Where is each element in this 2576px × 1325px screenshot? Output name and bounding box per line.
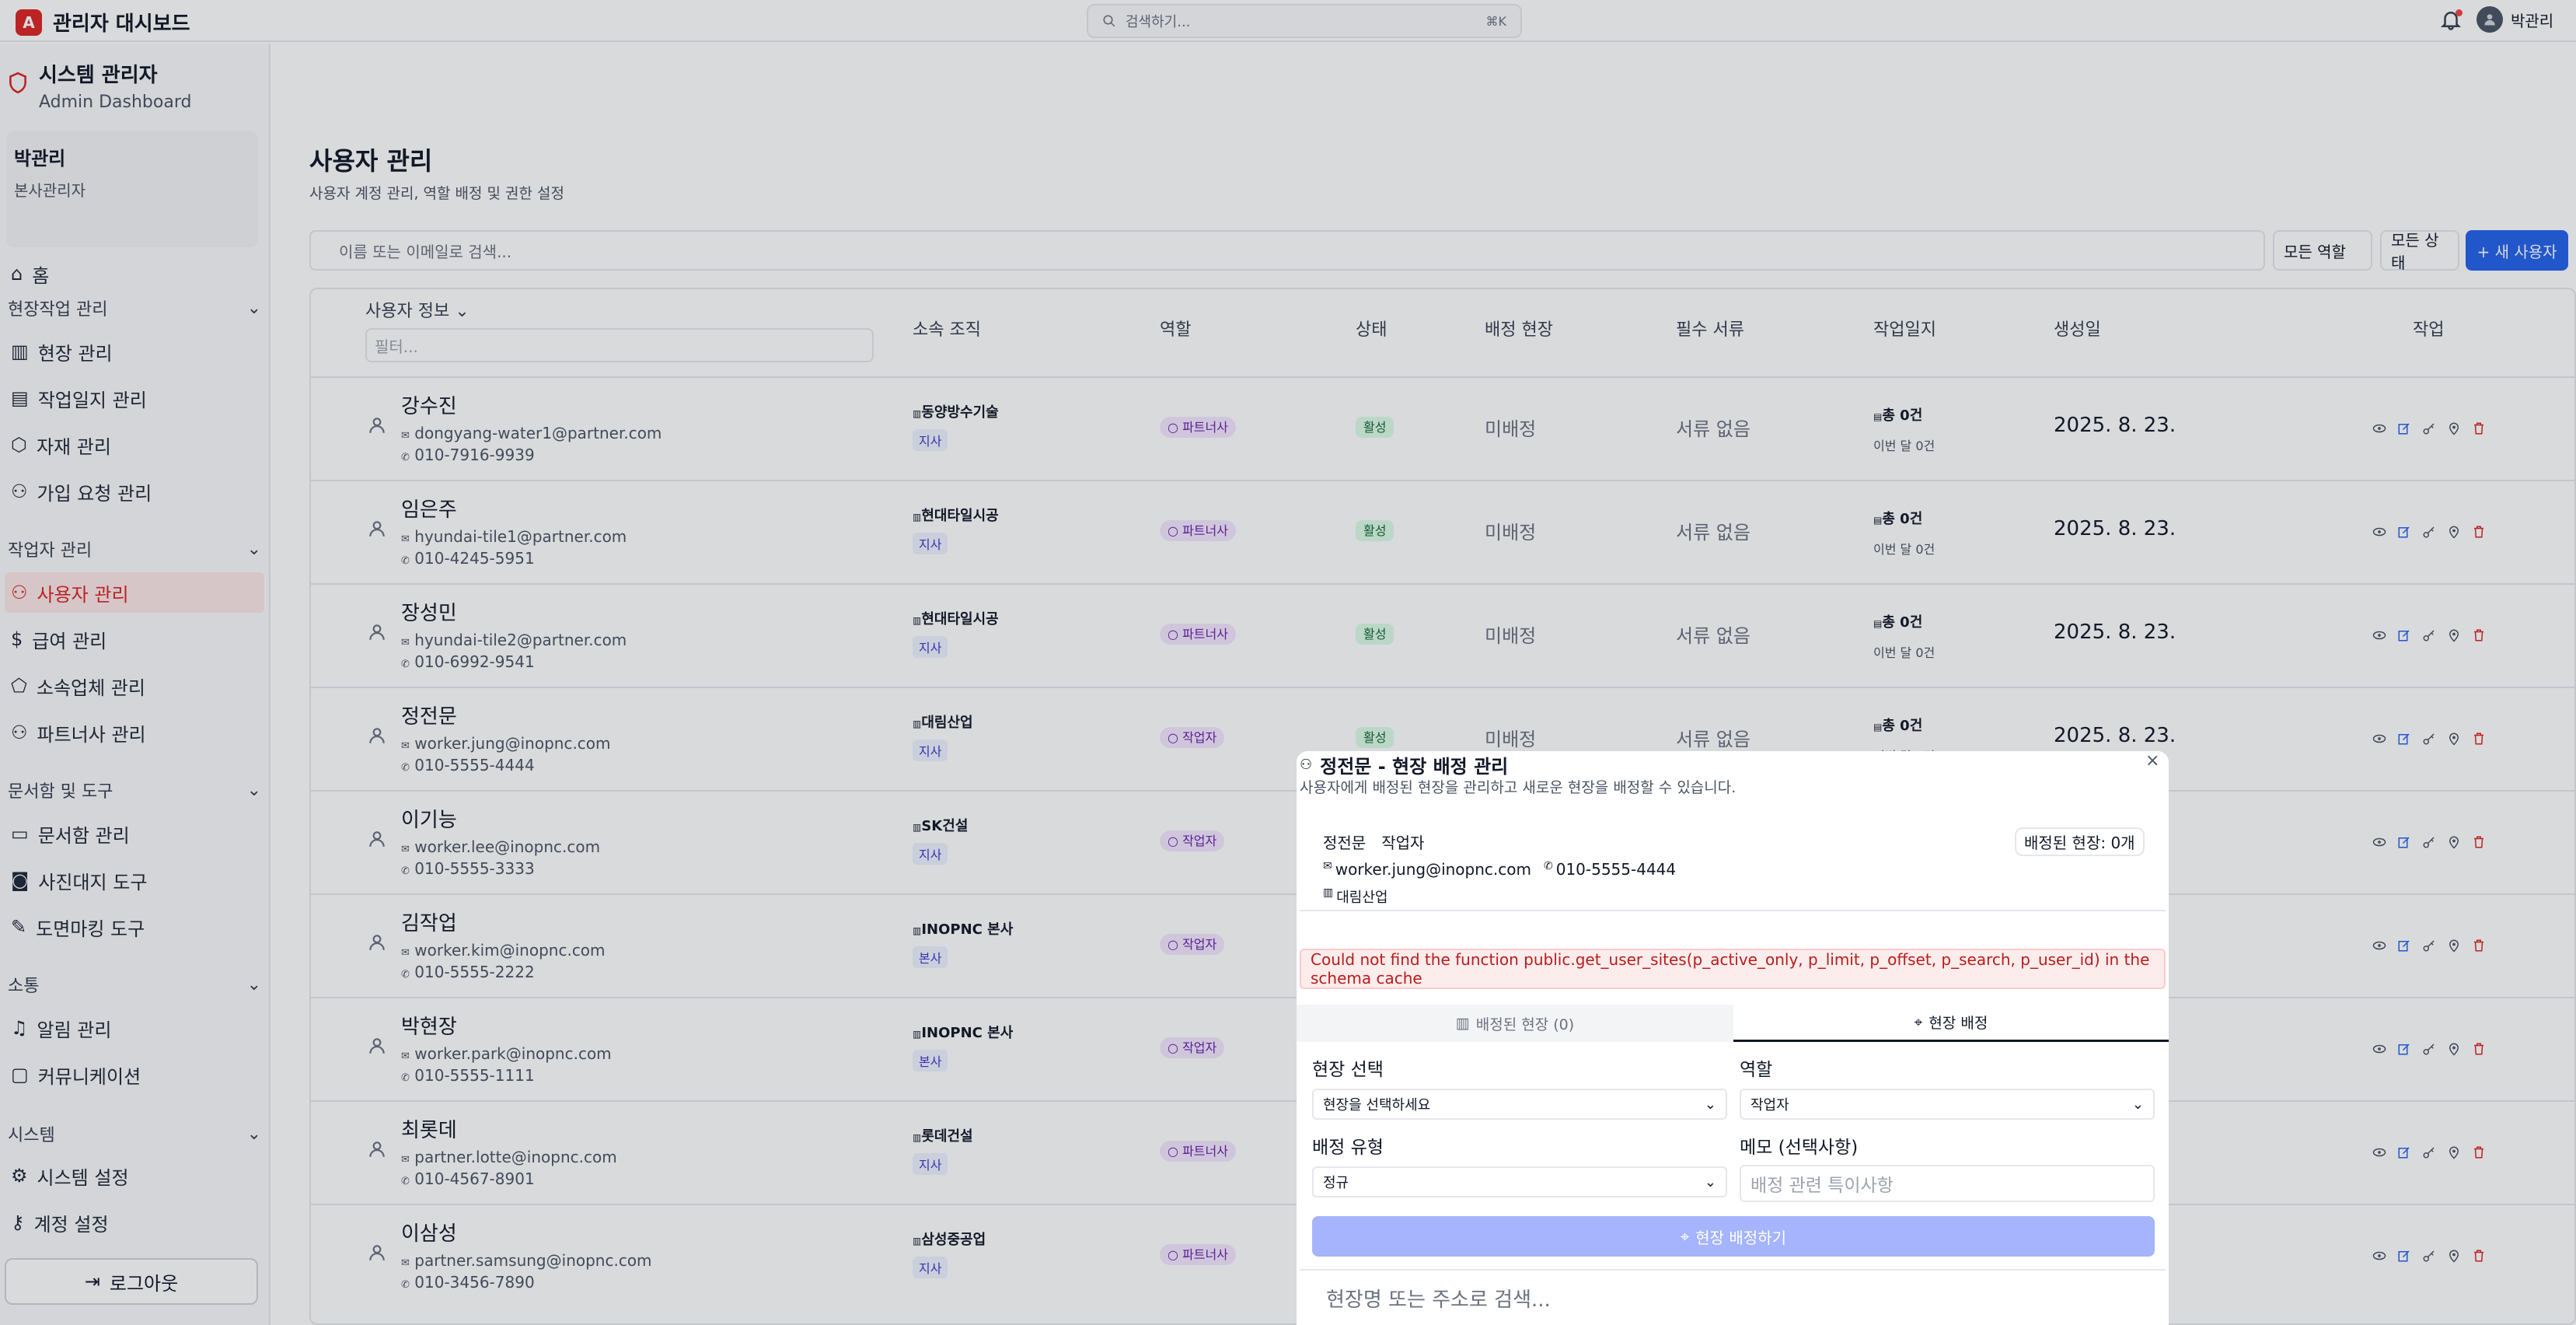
role-select-value: 작업자	[1750, 1097, 1789, 1113]
modal-title-text: 정전문 - 현장 배정 관리	[1320, 756, 1509, 778]
chevron-down-icon: ⌄	[1704, 1173, 1716, 1190]
modal-overlay[interactable]	[0, 0, 2576, 1325]
user-phone: 010-5555-4444	[1555, 860, 1677, 879]
map-pin-icon: ⌖	[1914, 1013, 1923, 1031]
site-select-value: 현장을 선택하세요	[1323, 1097, 1431, 1113]
user-info-card: 정전문 작업자 배정된 현장: 0개 ✉ worker.jung@inopnc.c…	[1300, 807, 2166, 911]
error-alert: Could not find the function public.get_u…	[1300, 949, 2166, 989]
user-header: 정전문 작업자	[1323, 830, 1424, 853]
close-icon[interactable]: ×	[2145, 751, 2159, 771]
user-name: 정전문	[1323, 834, 1367, 852]
assign-button-label: 현장 배정하기	[1695, 1228, 1787, 1247]
chevron-down-icon: ⌄	[2131, 1096, 2144, 1113]
building-icon: ▥	[1323, 886, 1334, 899]
modal-description: 사용자에게 배정된 현장을 관리하고 새로운 현장을 배정할 수 있습니다.	[1300, 779, 1737, 796]
org-line: ▥ 대림산업	[1323, 886, 1387, 907]
site-search-input[interactable]: 현장명 또는 주소로 검색...	[1300, 1269, 2166, 1325]
type-select-label: 배정 유형	[1312, 1138, 1384, 1158]
map-pin-icon: ⌖	[1680, 1227, 1690, 1246]
user-org: 대림산업	[1336, 890, 1388, 906]
assigned-count-badge: 배정된 현장: 0개	[2015, 827, 2145, 856]
building-icon: ▥	[1455, 1015, 1470, 1032]
role-badge: 작업자	[1381, 834, 1425, 852]
tab-assigned-sites[interactable]: ▥ 배정된 현장 (0)	[1297, 1005, 1733, 1042]
memo-label: 메모 (선택사항)	[1740, 1138, 1859, 1158]
user-email: worker.jung@inopnc.com	[1335, 860, 1531, 879]
modal-tabs: ▥ 배정된 현장 (0) ⌖ 현장 배정	[1297, 1005, 2169, 1042]
contact-line: ✉ worker.jung@inopnc.com ✆ 010-5555-4444	[1323, 860, 1676, 879]
site-select[interactable]: 현장을 선택하세요 ⌄	[1312, 1089, 1727, 1120]
role-select-label: 역할	[1740, 1060, 1773, 1080]
site-select-label: 현장 선택	[1312, 1060, 1384, 1080]
tab-label: 배정된 현장 (0)	[1475, 1016, 1575, 1033]
chevron-down-icon: ⌄	[1704, 1096, 1716, 1113]
phone-icon: ✆	[1543, 860, 1553, 872]
assign-site-button[interactable]: ⌖ 현장 배정하기	[1312, 1216, 2155, 1257]
site-assignment-modal: ⚇ 정전문 - 현장 배정 관리 × 사용자에게 배정된 현장을 관리하고 새로…	[1297, 751, 2169, 1325]
role-select[interactable]: 작업자 ⌄	[1740, 1089, 2155, 1120]
memo-input[interactable]: 배정 관련 특이사항	[1740, 1165, 2155, 1202]
type-select-value: 정규	[1323, 1175, 1349, 1191]
mail-icon: ✉	[1323, 860, 1332, 872]
modal-title: ⚇ 정전문 - 현장 배정 관리	[1300, 751, 1508, 778]
tab-assign-site[interactable]: ⌖ 현장 배정	[1733, 1005, 2169, 1042]
user-icon: ⚇	[1300, 757, 1313, 773]
assignment-type-select[interactable]: 정규 ⌄	[1312, 1166, 1727, 1197]
tab-label: 현장 배정	[1929, 1015, 1988, 1032]
